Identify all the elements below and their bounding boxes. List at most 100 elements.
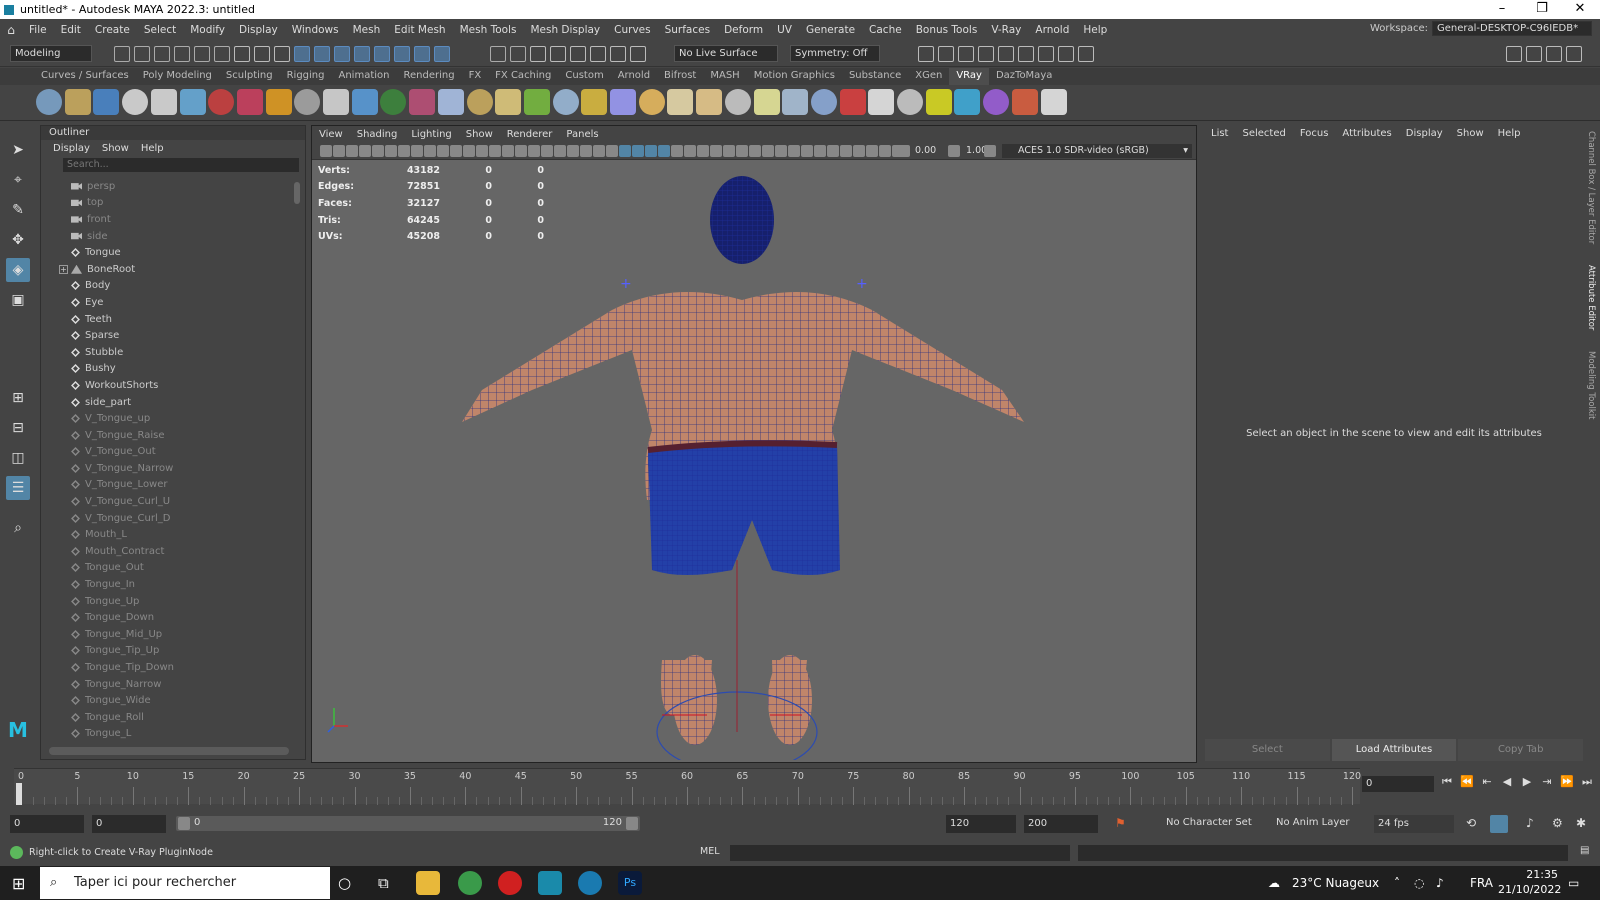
shelf-vray-tool-1-icon[interactable] — [36, 89, 62, 115]
outliner-menu-display[interactable]: Display — [47, 143, 96, 154]
shelf-vray-tool-5-icon[interactable] — [150, 89, 177, 115]
viewport-tool-24-icon[interactable] — [619, 145, 631, 157]
menu-file[interactable]: File — [22, 24, 54, 36]
outliner-item[interactable]: Eye — [41, 294, 291, 311]
network-icon[interactable]: ◌ — [1414, 866, 1424, 900]
outliner-item[interactable]: Tongue_L — [41, 726, 291, 743]
shelf-vray-tool-23-icon[interactable] — [667, 89, 694, 115]
symmetry-dropdown[interactable]: Symmetry: Off — [790, 45, 880, 62]
taskbar-search-input[interactable]: ⌕ Taper ici pour rechercher — [40, 867, 330, 899]
outliner-item[interactable]: V_Tongue_Curl_D — [41, 510, 291, 527]
task-view-icon[interactable]: ⧉ — [378, 874, 389, 892]
status-tool-19-icon[interactable] — [510, 46, 526, 62]
shelf-vray-tool-25-icon[interactable] — [724, 89, 751, 115]
viewport-tool-7-icon[interactable] — [398, 145, 410, 157]
outliner-item[interactable]: persp — [41, 178, 291, 195]
shelf-vray-tool-35-icon[interactable] — [1011, 89, 1038, 115]
shelf-vray-tool-20-icon[interactable] — [581, 89, 608, 115]
viewport-tool-27-icon[interactable] — [658, 145, 670, 157]
viewport-tool-19-icon[interactable] — [554, 145, 566, 157]
outliner-item[interactable]: Bushy — [41, 361, 291, 378]
viewport-tool-11-icon[interactable] — [450, 145, 462, 157]
tab-modeling-toolkit[interactable]: Modeling Toolkit — [1586, 351, 1596, 420]
tab-attribute-editor[interactable]: Attribute Editor — [1586, 265, 1596, 330]
outliner-item[interactable]: Teeth — [41, 311, 291, 328]
scene-start-field[interactable]: 0 — [10, 815, 84, 833]
outliner-item[interactable]: Tongue_Down — [41, 609, 291, 626]
outliner-item[interactable]: V_Tongue_Curl_U — [41, 493, 291, 510]
outliner-h-scrollbar[interactable] — [49, 747, 289, 755]
shelf-tab-custom[interactable]: Custom — [558, 68, 610, 85]
two-view-icon[interactable]: ◫ — [6, 446, 30, 470]
move-tool-icon[interactable]: ✥ — [6, 228, 30, 252]
outliner-item[interactable]: Sparse — [41, 327, 291, 344]
shelf-vray-tool-27-icon[interactable] — [782, 89, 809, 115]
viewport-tool-2-icon[interactable] — [333, 145, 345, 157]
clock-time[interactable]: 21:35 — [1508, 868, 1558, 881]
shelf-vray-tool-13-icon[interactable] — [380, 89, 407, 115]
menu-display[interactable]: Display — [232, 24, 285, 36]
status-tool-18-icon[interactable] — [490, 46, 506, 62]
maya-taskbar-icon[interactable] — [538, 871, 562, 895]
viewport-tool-18-icon[interactable] — [541, 145, 553, 157]
loop-icon[interactable]: ⟲ — [1466, 816, 1476, 830]
viewport-menu-show[interactable]: Show — [459, 129, 500, 140]
outliner-item[interactable]: Tongue_Tip_Up — [41, 643, 291, 660]
lasso-tool-icon[interactable]: ⌖ — [6, 168, 30, 192]
viewport-tool-32-icon[interactable] — [723, 145, 735, 157]
viewport-tool-21-icon[interactable] — [580, 145, 592, 157]
outliner-item[interactable]: Tongue_Mid_Up — [41, 626, 291, 643]
shelf-vray-tool-29-icon[interactable] — [839, 89, 866, 115]
menu-arnold[interactable]: Arnold — [1028, 24, 1076, 36]
step-back-key-icon[interactable]: ⏪ — [1460, 775, 1474, 789]
outliner-item[interactable]: side — [41, 228, 291, 245]
step-back-frame-icon[interactable]: ⇤ — [1480, 775, 1494, 789]
scale-tool-icon[interactable]: ▣ — [6, 288, 30, 312]
shelf-vray-tool-3-icon[interactable] — [93, 89, 120, 115]
scene-end-field[interactable]: 200 — [1024, 815, 1098, 833]
paint-select-icon[interactable]: ✎ — [6, 198, 30, 222]
outliner-item[interactable]: Tongue_Out — [41, 560, 291, 577]
outliner-item[interactable]: Tongue_Up — [41, 593, 291, 610]
outliner-item[interactable]: Tongue_Roll — [41, 709, 291, 726]
layout-toggle-2-icon[interactable] — [1526, 46, 1542, 62]
menu-v-ray[interactable]: V-Ray — [984, 24, 1028, 36]
shelf-vray-tool-31-icon[interactable] — [897, 89, 923, 115]
shelf-vray-tool-32-icon[interactable] — [925, 89, 952, 115]
viewport-extra-3-icon[interactable] — [984, 145, 996, 157]
render-tool-6-icon[interactable] — [1018, 46, 1034, 62]
outliner-item[interactable]: front — [41, 211, 291, 228]
exposure-value[interactable]: 0.00 — [915, 144, 936, 158]
viewport-tool-44-icon[interactable] — [879, 145, 891, 157]
viewport-tool-3-icon[interactable] — [346, 145, 358, 157]
menu-select[interactable]: Select — [137, 24, 183, 36]
status-tool-23-icon[interactable] — [590, 46, 606, 62]
outliner-item[interactable]: V_Tongue_Lower — [41, 477, 291, 494]
layout-toggle-3-icon[interactable] — [1546, 46, 1562, 62]
status-tool-21-icon[interactable] — [550, 46, 566, 62]
shelf-vray-tool-30-icon[interactable] — [868, 89, 895, 115]
menu-help[interactable]: Help — [1076, 24, 1114, 36]
shelf-tab-xgen[interactable]: XGen — [908, 68, 949, 85]
viewport-tool-20-icon[interactable] — [567, 145, 579, 157]
menu-mesh-display[interactable]: Mesh Display — [523, 24, 607, 36]
viewport-panel[interactable]: View Shading Lighting Show Renderer Panels 0.… — [311, 125, 1197, 763]
viewport-tool-39-icon[interactable] — [814, 145, 826, 157]
settings-icon[interactable]: ⚙ — [1552, 816, 1563, 830]
photoshop-icon[interactable]: Ps — [618, 871, 642, 895]
viewport-tool-4-icon[interactable] — [359, 145, 371, 157]
shelf-tab-rigging[interactable]: Rigging — [280, 68, 332, 85]
character-set-dropdown[interactable]: No Character Set — [1166, 817, 1252, 828]
shelf-vray-tool-28-icon[interactable] — [810, 89, 837, 115]
shelf-tab-daztomaya[interactable]: DazToMaya — [989, 68, 1059, 85]
go-to-end-icon[interactable]: ⏭ — [1580, 775, 1594, 789]
menu-uv[interactable]: UV — [770, 24, 799, 36]
shelf-vray-tool-22-icon[interactable] — [638, 89, 665, 115]
attr-menu-list[interactable]: List — [1204, 128, 1235, 139]
viewport-tool-31-icon[interactable] — [710, 145, 722, 157]
shelf-tab-fx-caching[interactable]: FX Caching — [488, 68, 558, 85]
playback-start-field[interactable]: 0 — [92, 815, 166, 833]
shelf-tab-sculpting[interactable]: Sculpting — [219, 68, 280, 85]
viewport-tool-28-icon[interactable] — [671, 145, 683, 157]
script-editor-icon[interactable]: ▤ — [1580, 845, 1589, 856]
